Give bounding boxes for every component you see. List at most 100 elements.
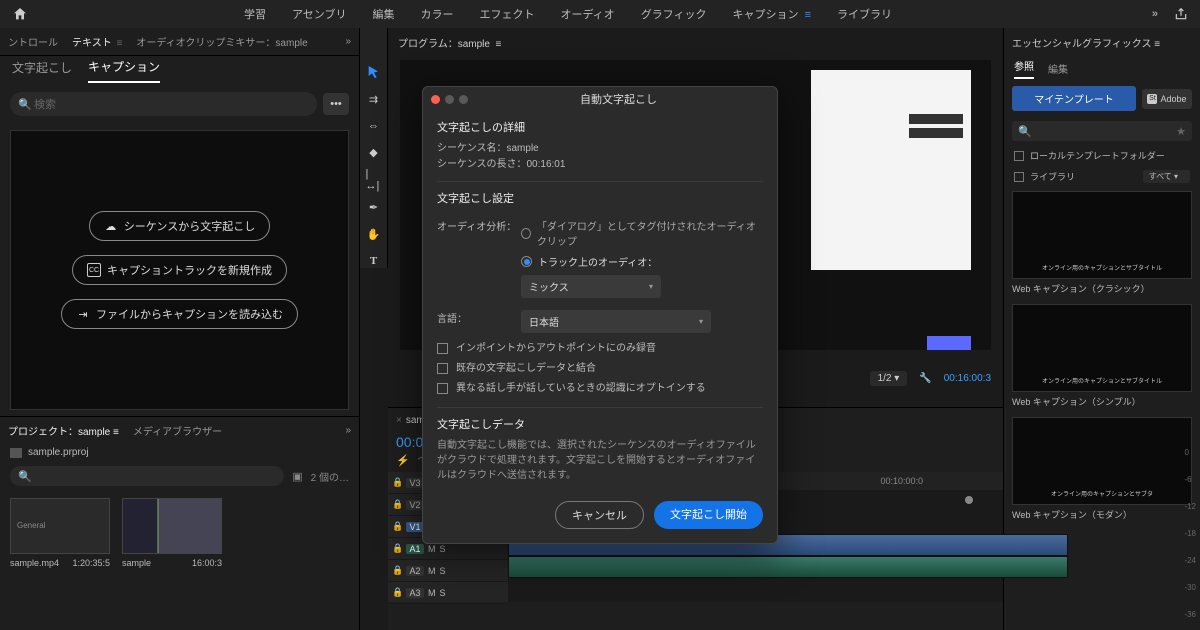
- ws-assembly[interactable]: アセンブリ: [292, 6, 346, 22]
- search-icon: 🔍: [1018, 125, 1032, 138]
- caption-empty-state: ☁ シーケンスから文字起こし CC キャプショントラックを新規作成 ⇥ ファイル…: [10, 130, 349, 410]
- project-item[interactable]: sample16:00:3: [122, 498, 222, 568]
- start-transcribe-button[interactable]: 文字起こし開始: [654, 501, 763, 529]
- program-timecode[interactable]: 00:16:00:3: [944, 373, 991, 384]
- minimize-icon[interactable]: [445, 95, 454, 104]
- checkbox-in-out-only[interactable]: インポイントからアウトポイントにのみ録音: [437, 339, 763, 359]
- more-button[interactable]: •••: [323, 93, 349, 115]
- local-folder-checkbox[interactable]: ローカルテンプレートフォルダー: [1004, 145, 1200, 166]
- overflow-icon[interactable]: »: [345, 425, 351, 436]
- tool-palette: ⇉ ⇔ ◆ |↔| ✒ ✋ T: [360, 28, 388, 268]
- zoom-dropdown[interactable]: 1/2 ▾: [870, 371, 908, 386]
- library-dropdown[interactable]: すべて ▾: [1143, 170, 1190, 183]
- ws-library[interactable]: ライブラリ: [837, 6, 892, 22]
- home-icon[interactable]: [12, 6, 28, 22]
- template-item[interactable]: オンライン用のキャプションとサブタ Web キャプション（モダン）: [1012, 417, 1192, 524]
- language-dropdown[interactable]: 日本語▾: [521, 310, 711, 333]
- essential-graphics-tab[interactable]: エッセンシャルグラフィックス ≡: [1012, 35, 1160, 50]
- import-caption-file-button[interactable]: ⇥ ファイルからキャプションを読み込む: [61, 299, 298, 329]
- snap-icon[interactable]: ⚡: [396, 454, 410, 470]
- filter-icon[interactable]: ▣: [292, 470, 302, 483]
- lock-icon[interactable]: 🔒: [392, 587, 402, 598]
- pen-tool-icon[interactable]: ✒: [366, 200, 382, 215]
- tab-project[interactable]: プロジェクト：sample ≡: [8, 423, 119, 438]
- project-item[interactable]: sample.mp41:20:35:5: [10, 498, 110, 568]
- overflow-icon[interactable]: »: [345, 36, 351, 47]
- subtab-caption[interactable]: キャプション: [88, 58, 160, 83]
- settings-heading: 文字起こし設定: [437, 190, 763, 206]
- cancel-button[interactable]: キャンセル: [555, 501, 644, 529]
- zoom-icon[interactable]: [459, 95, 468, 104]
- eg-search-input[interactable]: 🔍 ★: [1012, 121, 1192, 141]
- favorite-icon[interactable]: ★: [1176, 125, 1186, 138]
- data-description: 自動文字起こし機能では、選択されたシーケンスのオーディオファイルがクラウドで処理…: [437, 438, 763, 483]
- track-a3[interactable]: 🔒A3MS: [388, 582, 508, 604]
- lock-icon[interactable]: 🔒: [392, 499, 402, 510]
- lock-icon[interactable]: 🔒: [392, 543, 402, 554]
- checkbox-merge-existing[interactable]: 既存の文字起こしデータと結合: [437, 359, 763, 379]
- lock-icon[interactable]: 🔒: [392, 477, 402, 488]
- program-tab[interactable]: プログラム：sample ≡: [398, 35, 501, 50]
- lock-icon[interactable]: 🔒: [392, 521, 402, 532]
- track-select-tool-icon[interactable]: ⇉: [366, 92, 382, 107]
- subtab-transcribe[interactable]: 文字起こし: [12, 59, 72, 82]
- radio-dialog-tagged[interactable]: 「ダイアログ」としてタグ付けされたオーディオクリップ: [521, 218, 763, 248]
- template-item[interactable]: オンライン用のキャプションとサブタイトル Web キャプション（クラシック）: [1012, 191, 1192, 298]
- clip-thumbnail: [10, 498, 110, 554]
- ws-effects[interactable]: エフェクト: [479, 6, 534, 22]
- ripple-edit-tool-icon[interactable]: ⇔: [366, 119, 382, 134]
- stock-icon: St: [1147, 94, 1157, 104]
- close-icon[interactable]: [431, 95, 440, 104]
- video-content: [811, 70, 971, 270]
- tab-control[interactable]: ントロール: [8, 34, 58, 49]
- checkbox-icon: [437, 363, 448, 374]
- lock-icon[interactable]: 🔒: [392, 565, 402, 576]
- audio-clip[interactable]: [508, 556, 1068, 578]
- tab-audio-clip-mixer[interactable]: オーディオクリップミキサー：sample: [136, 34, 307, 49]
- tab-media-browser[interactable]: メディアブラウザー: [133, 423, 222, 438]
- data-heading: 文字起こしデータ: [437, 416, 763, 432]
- ws-caption[interactable]: キャプション ≡: [732, 6, 811, 22]
- radio-track-audio[interactable]: トラック上のオーディオ：: [521, 254, 763, 269]
- radio-icon: [521, 228, 531, 239]
- hand-tool-icon[interactable]: ✋: [366, 227, 382, 242]
- eg-edit-tab[interactable]: 編集: [1048, 61, 1068, 76]
- razor-tool-icon[interactable]: ◆: [366, 145, 382, 160]
- dialog-title: 自動文字起こし: [468, 91, 769, 107]
- checkbox-speaker-detect[interactable]: 異なる話し手が話しているときの認識にオプトインする: [437, 379, 763, 399]
- transcribe-sequence-button[interactable]: ☁ シーケンスから文字起こし: [89, 211, 270, 241]
- ws-audio[interactable]: オーディオ: [560, 6, 614, 22]
- auto-transcribe-dialog: 自動文字起こし 文字起こしの詳細 シーケンス名：sample シーケンスの長さ：…: [422, 86, 778, 544]
- adobe-stock-button[interactable]: StAdobe: [1142, 89, 1192, 109]
- track-a2[interactable]: 🔒A2MS: [388, 560, 508, 582]
- settings-icon[interactable]: 🔧: [919, 373, 931, 384]
- checkbox-icon: [437, 343, 448, 354]
- ws-edit[interactable]: 編集: [372, 6, 394, 22]
- cc-icon: CC: [87, 263, 101, 277]
- text-subtabs: 文字起こし キャプション: [0, 56, 359, 84]
- slip-tool-icon[interactable]: |↔|: [366, 172, 382, 188]
- library-label: ライブラリ: [1030, 170, 1075, 183]
- dialog-titlebar[interactable]: 自動文字起こし: [423, 87, 777, 111]
- chevron-down-icon: ▾: [699, 317, 703, 326]
- type-tool-icon[interactable]: T: [366, 253, 382, 268]
- ws-graphics[interactable]: グラフィック: [641, 6, 707, 22]
- share-icon[interactable]: [1174, 7, 1188, 21]
- template-item[interactable]: オンライン用のキャプションとサブタイトル Web キャプション（シンプル）: [1012, 304, 1192, 411]
- top-menubar: 学習 アセンブリ 編集 カラー エフェクト オーディオ グラフィック キャプショ…: [0, 0, 1200, 28]
- sequence-thumbnail: [122, 498, 222, 554]
- eg-browse-tab[interactable]: 参照: [1014, 58, 1034, 79]
- selection-tool-icon[interactable]: [366, 64, 382, 80]
- mix-dropdown[interactable]: ミックス▾: [521, 275, 661, 298]
- project-icon: [10, 448, 22, 458]
- my-templates-button[interactable]: マイテンプレート: [1012, 86, 1136, 111]
- overflow-icon[interactable]: »: [1152, 8, 1158, 20]
- checkbox-icon[interactable]: [1014, 172, 1024, 182]
- project-search-input[interactable]: 🔍: [10, 466, 284, 486]
- ws-color[interactable]: カラー: [420, 6, 453, 22]
- new-caption-track-button[interactable]: CC キャプショントラックを新規作成: [72, 255, 287, 285]
- checkbox-icon: [437, 383, 448, 394]
- caption-search-input[interactable]: 🔍 検索: [10, 92, 317, 116]
- tab-text[interactable]: テキスト ≡: [72, 34, 122, 49]
- ws-learn[interactable]: 学習: [244, 6, 266, 22]
